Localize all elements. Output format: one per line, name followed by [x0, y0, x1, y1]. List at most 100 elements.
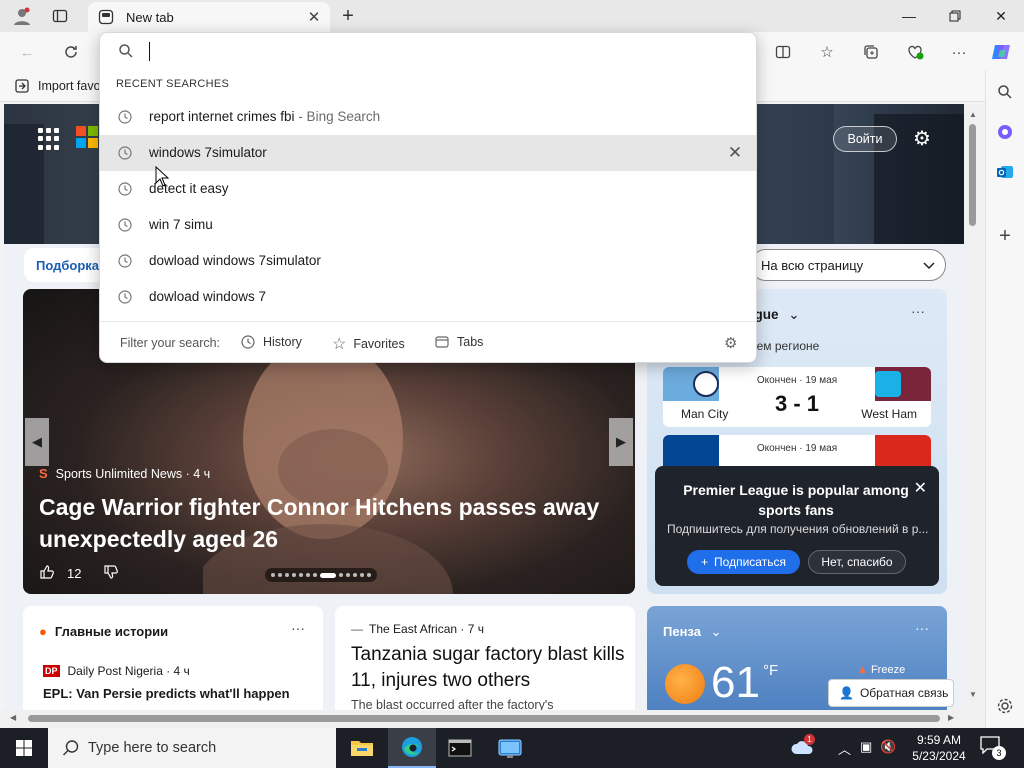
chevron-down-icon: [923, 258, 935, 273]
edge-sidebar: +: [985, 70, 1024, 728]
suggestion-item[interactable]: report internet crimes fbi - Bing Search: [100, 99, 756, 135]
outlook-icon[interactable]: [993, 160, 1017, 184]
address-input[interactable]: [148, 41, 728, 63]
more-icon[interactable]: ···: [291, 620, 305, 636]
clock-date: 5/23/2024: [912, 749, 966, 763]
suggestion-item[interactable]: detect it easy: [100, 171, 756, 207]
weather-city[interactable]: Пенза ⌄: [663, 624, 721, 640]
story-title[interactable]: Cage Warrior fighter Connor Hitchens pas…: [39, 491, 619, 555]
refresh-icon[interactable]: [58, 39, 84, 65]
taskbar-search-placeholder: Type here to search: [88, 740, 217, 756]
notification-center-button[interactable]: 3: [980, 736, 1006, 760]
scroll-down-icon[interactable]: ▼: [969, 690, 977, 699]
story-actions: 12: [39, 564, 119, 583]
browser-essentials-icon[interactable]: [902, 39, 928, 65]
story-headline[interactable]: EPL: Van Persie predicts what'll happen: [43, 686, 290, 701]
page-settings-icon[interactable]: ⚙: [910, 126, 934, 150]
start-button[interactable]: [0, 728, 48, 768]
suggestion-item[interactable]: windows 7simulator ✕: [100, 135, 756, 171]
terminal-icon[interactable]: [436, 728, 484, 768]
story-source: — The East African · 7 ч: [351, 622, 484, 636]
address-bar[interactable]: [100, 33, 756, 71]
import-favorites-item[interactable]: Import favo: [14, 78, 101, 94]
remove-suggestion-icon[interactable]: ✕: [726, 143, 744, 162]
like-count: 12: [67, 566, 82, 581]
new-tab-button[interactable]: +: [336, 4, 360, 28]
subscribe-button[interactable]: + Подписаться: [687, 550, 800, 574]
windows-7-simulator-icon[interactable]: [486, 728, 534, 768]
sports-more-icon[interactable]: ···: [911, 303, 925, 319]
story-source-label: Daily Post Nigeria · 4 ч: [67, 664, 190, 678]
split-screen-icon[interactable]: [770, 39, 796, 65]
top-stories-card[interactable]: ● Главные истории ··· DP Daily Post Nige…: [23, 606, 323, 710]
restore-button[interactable]: [932, 0, 978, 32]
suggestion-item[interactable]: dowload windows 7simulator: [100, 243, 756, 279]
decline-button[interactable]: Нет, спасибо: [808, 550, 906, 574]
story-source-label: Sports Unlimited News · 4 ч: [55, 466, 211, 481]
back-icon[interactable]: ←: [14, 39, 40, 65]
sign-in-button[interactable]: Войти: [833, 126, 897, 152]
dislike-icon[interactable]: [103, 564, 119, 583]
tab-actions-icon[interactable]: [48, 4, 72, 28]
filter-history-button[interactable]: History: [240, 334, 302, 350]
close-tab-icon[interactable]: ✕: [302, 8, 326, 26]
vertical-scrollbar[interactable]: ▲ ▼: [964, 104, 984, 710]
top-stories-header: ● Главные истории: [39, 624, 168, 639]
close-window-button[interactable]: ✕: [978, 0, 1024, 32]
scroll-left-icon[interactable]: ◀: [10, 713, 16, 722]
weather-badge: 1: [804, 734, 815, 745]
scroll-right-icon[interactable]: ▶: [948, 713, 954, 722]
weather-city-label: Пенза: [663, 624, 701, 639]
scroll-up-icon[interactable]: ▲: [969, 110, 977, 119]
network-icon[interactable]: ▣: [860, 739, 872, 755]
filter-settings-icon[interactable]: ⚙: [724, 334, 737, 352]
daily-post-logo-icon: DP: [43, 665, 60, 677]
weather-widget-icon[interactable]: 1: [790, 734, 818, 760]
copilot-icon[interactable]: [988, 39, 1014, 65]
m365-icon[interactable]: [993, 120, 1017, 144]
sidebar-settings-icon[interactable]: [993, 694, 1017, 718]
filter-favorites-label: Favorites: [353, 337, 405, 351]
text-caret: [149, 42, 150, 61]
add-sidebar-app-icon[interactable]: +: [993, 224, 1017, 248]
collections-icon[interactable]: [858, 39, 884, 65]
more-icon[interactable]: ···: [915, 620, 929, 636]
apps-launcher-icon[interactable]: [38, 128, 60, 150]
suggestion-text: dowload windows 7: [149, 289, 267, 304]
carousel-prev-button[interactable]: ◀: [25, 418, 49, 466]
history-icon: [116, 144, 134, 162]
layout-select[interactable]: На всю страницу: [750, 249, 946, 281]
feedback-button[interactable]: 👤 Обратная связь: [828, 679, 954, 707]
clock-time: 9:59 AM: [916, 733, 962, 747]
profile-icon[interactable]: [10, 4, 34, 28]
tab-new-tab[interactable]: New tab ✕: [88, 2, 330, 32]
alert-icon: ▲: [857, 664, 868, 676]
windows-logo-icon: [16, 740, 32, 756]
like-icon[interactable]: [39, 564, 55, 583]
file-explorer-icon[interactable]: [338, 728, 386, 768]
minimize-button[interactable]: ―: [886, 0, 932, 32]
carousel-indicator[interactable]: [265, 568, 377, 582]
carousel-next-button[interactable]: ▶: [609, 418, 633, 466]
story-headline[interactable]: Tanzania sugar factory blast kills 11, i…: [351, 642, 631, 694]
filter-tabs-button[interactable]: Tabs: [434, 334, 483, 350]
east-african-card[interactable]: — The East African · 7 ч Tanzania sugar …: [335, 606, 635, 710]
edge-browser-icon[interactable]: [388, 728, 436, 768]
taskbar-search[interactable]: Type here to search: [48, 728, 336, 768]
filter-favorites-button[interactable]: ☆ Favorites: [332, 334, 405, 354]
horizontal-scrollbar[interactable]: ◀ ▶: [0, 710, 985, 728]
search-icon[interactable]: [993, 80, 1017, 104]
match-row[interactable]: Окончен · 19 мая 3 - 1 Man City West Ham: [663, 367, 931, 427]
scroll-thumb[interactable]: [28, 715, 940, 722]
more-menu-icon[interactable]: ···: [946, 39, 972, 65]
close-icon[interactable]: ✕: [914, 478, 927, 498]
new-tab-icon: [98, 9, 114, 25]
volume-icon[interactable]: 🔇: [880, 739, 896, 755]
tray-expand-icon[interactable]: ︿: [838, 739, 851, 758]
suggestion-item[interactable]: win 7 simu: [100, 207, 756, 243]
scroll-thumb[interactable]: [969, 124, 976, 226]
suggestion-item[interactable]: dowload windows 7: [100, 279, 756, 315]
suggestion-text: dowload windows 7simulator: [149, 253, 321, 268]
favorites-star-icon[interactable]: ☆: [814, 39, 840, 65]
taskbar-clock[interactable]: 9:59 AM 5/23/2024: [904, 732, 974, 764]
